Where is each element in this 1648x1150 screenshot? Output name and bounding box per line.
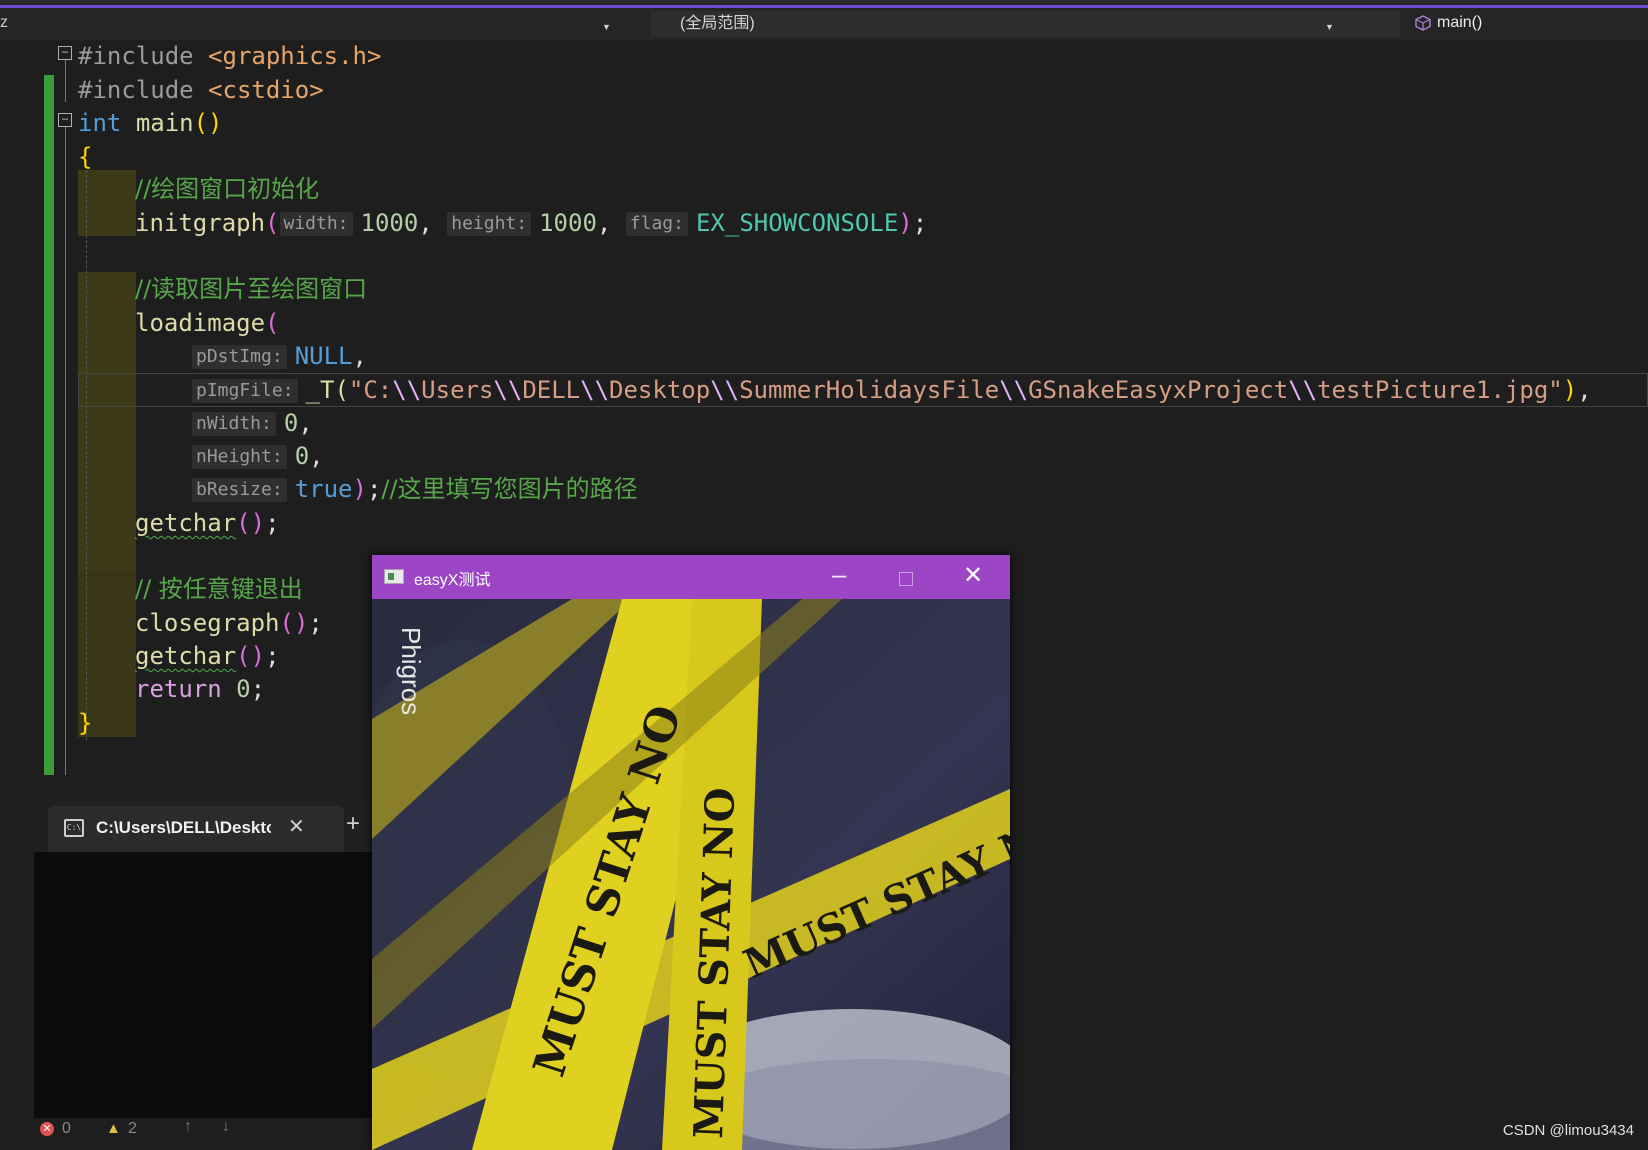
code-line-getchar: getchar();	[135, 509, 280, 537]
code-param-nwidth: nWidth: 0,	[192, 407, 313, 439]
code-line-include-cstdio: #include <cstdio>	[78, 76, 324, 104]
scope-dropdown[interactable]: (全局范围)	[650, 11, 1400, 37]
app-icon	[384, 569, 404, 584]
easyx-window-title: easyX测试	[414, 572, 491, 589]
warning-icon[interactable]: ▲	[106, 1120, 121, 1137]
code-param-pimgfile: pImgFile: _T("C:\\Users\\DELL\\Desktop\\S…	[192, 374, 1592, 406]
function-dropdown[interactable]: main()	[1415, 14, 1482, 32]
add-tab-icon[interactable]: +	[346, 810, 360, 838]
warning-count[interactable]: 2	[128, 1120, 137, 1138]
collapse-icon[interactable]: −	[58, 46, 72, 60]
top-accent-bar	[0, 0, 1648, 8]
code-line-closegraph: closegraph();	[135, 609, 323, 637]
terminal-tab[interactable]: C:\ C:\Users\DELL\Desktop ✕	[48, 806, 344, 852]
code-param-nheight: nHeight: 0,	[192, 440, 324, 472]
function-label: main()	[1437, 14, 1483, 31]
code-param-pdstimg: pDstImg: NULL,	[192, 340, 367, 372]
code-line-include-graphics: #include <graphics.h>	[78, 42, 382, 70]
code-line-return: return 0;	[135, 675, 266, 703]
terminal-tab-title: C:\Users\DELL\Desktop	[96, 818, 271, 837]
project-dropdown-fragment[interactable]: z	[0, 14, 8, 32]
minimize-icon[interactable]: –	[832, 559, 846, 590]
collapse-icon[interactable]: −	[58, 113, 72, 127]
terminal-icon: C:\	[64, 819, 84, 837]
navigation-bar: z ▼ (全局范围) ▼ main()	[0, 8, 1648, 41]
watermark: CSDN @limou3434	[1502, 1122, 1634, 1139]
maximize-icon[interactable]	[899, 572, 913, 586]
terminal-window[interactable]: C:\ C:\Users\DELL\Desktop ✕ +	[34, 796, 374, 1118]
change-marker-bar	[44, 75, 54, 775]
code-line-main: int main()	[78, 109, 223, 137]
error-count[interactable]: 0	[62, 1120, 71, 1138]
chevron-down-icon[interactable]: ▼	[602, 22, 611, 32]
code-comment-init: //绘图窗口初始化	[135, 175, 320, 203]
close-icon[interactable]: ✕	[288, 814, 305, 839]
loaded-image: Phigros MUST STAY NO MUST STAY NO MUST S…	[372, 599, 1010, 1150]
brand-text: Phigros	[396, 627, 426, 715]
cube-icon	[1415, 15, 1431, 31]
chevron-down-icon[interactable]: ▼	[1325, 22, 1334, 32]
code-comment-exit: // 按任意键退出	[135, 575, 303, 603]
close-icon[interactable]: ✕	[963, 561, 983, 590]
code-comment-load: //读取图片至绘图窗口	[135, 275, 368, 303]
code-line-getchar-2: getchar();	[135, 642, 280, 670]
arrow-up-icon[interactable]: ↑	[184, 1118, 192, 1136]
code-line-initgraph: initgraph(width: 1000, height: 1000, flag:…	[135, 209, 928, 237]
arrow-down-icon[interactable]: ↓	[222, 1118, 230, 1136]
terminal-tab-bar: C:\ C:\Users\DELL\Desktop ✕ +	[34, 796, 374, 852]
code-line-open-brace: {	[78, 143, 93, 171]
easyx-titlebar[interactable]: easyX测试 – ✕	[372, 555, 1010, 599]
error-icon[interactable]: ✕	[40, 1122, 54, 1136]
easyx-window[interactable]: easyX测试 – ✕ Phigros MUST STAY NO MUST ST…	[372, 555, 1010, 1150]
code-line-loadimage: loadimage(	[135, 309, 280, 337]
code-param-bresize: bResize: true);//这里填写您图片的路径	[192, 473, 638, 505]
code-line-close-brace: }	[78, 709, 93, 737]
scope-label: (全局范围)	[680, 15, 755, 32]
